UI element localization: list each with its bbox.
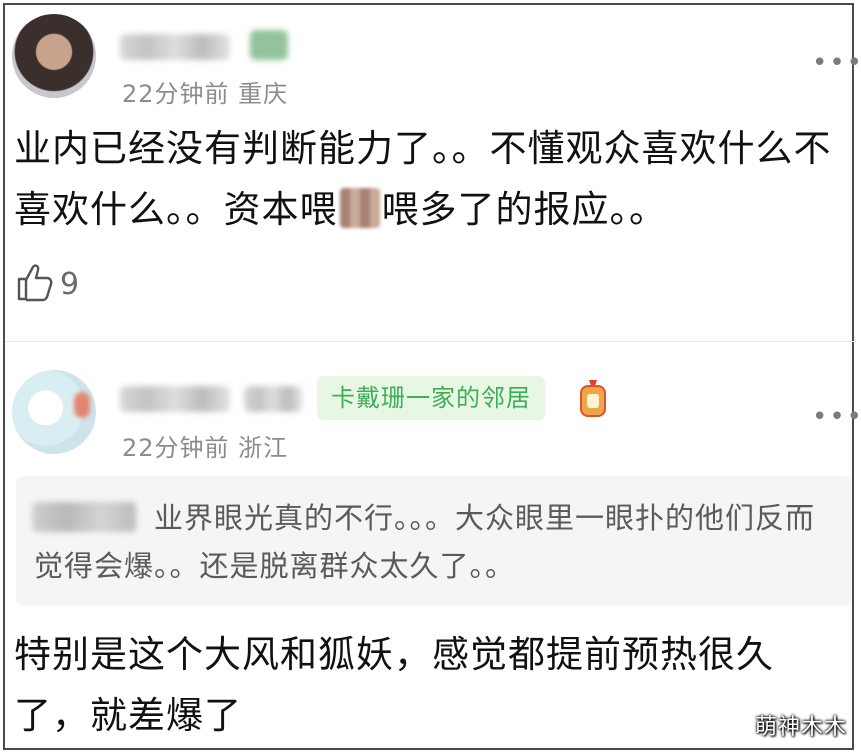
comment-meta: 22分钟前 重庆 — [122, 80, 289, 108]
comment-text: 业内已经没有判断能力了。。不懂观众喜欢什么不喜欢什么。。资本喂 喂多了的报应。。 — [14, 118, 834, 240]
thumbs-up-icon — [16, 262, 54, 306]
username-blurred[interactable] — [120, 386, 230, 412]
fan-badge-icon — [576, 376, 610, 420]
username-blurred[interactable] — [120, 34, 230, 60]
divider — [5, 341, 856, 342]
comment-meta: 22分钟前 浙江 — [122, 434, 289, 462]
comment-text: 特别是这个大风和狐妖，感觉都提前预热很久了，就差爆了 — [14, 633, 774, 737]
avatar[interactable] — [12, 14, 96, 98]
comment-text-part2: 喂多了的报应。。 — [381, 188, 667, 231]
censored-mosaic — [339, 188, 380, 228]
quoted-reply[interactable]: 业界眼光真的不行。。。大众眼里一眼扑的他们反而觉得会爆。。还是脱离群众太久了。。 — [16, 476, 852, 606]
avatar[interactable] — [12, 370, 96, 454]
username-blurred-extra — [244, 386, 302, 412]
more-options-icon[interactable]: ••• — [812, 404, 861, 430]
fan-badge: 卡戴珊一家的邻居 — [317, 376, 545, 420]
like-button[interactable]: 9 — [16, 262, 79, 306]
like-count: 9 — [60, 266, 80, 302]
watermark: 萌神木木 — [754, 715, 847, 740]
more-options-icon[interactable]: ••• — [812, 50, 861, 76]
quoted-text: 业界眼光真的不行。。。大众眼里一眼扑的他们反而觉得会爆。。还是脱离群众太久了。。 — [34, 501, 816, 583]
user-badge-blurred — [250, 30, 288, 60]
